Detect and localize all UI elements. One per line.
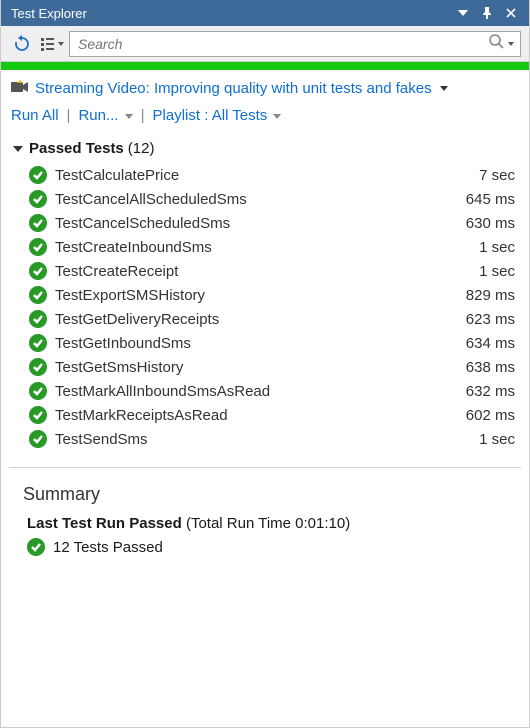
test-row[interactable]: TestGetDeliveryReceipts623 ms bbox=[9, 307, 521, 331]
test-name: TestCreateReceipt bbox=[55, 263, 479, 280]
test-name: TestCancelScheduledSms bbox=[55, 215, 466, 232]
close-button[interactable] bbox=[499, 2, 523, 24]
test-row[interactable]: TestMarkAllInboundSmsAsRead632 ms bbox=[9, 379, 521, 403]
test-name: TestCreateInboundSms bbox=[55, 239, 479, 256]
search-input[interactable] bbox=[76, 35, 488, 53]
pass-icon bbox=[29, 382, 47, 400]
run-menu-link[interactable]: Run... bbox=[78, 107, 132, 124]
separator: | bbox=[67, 107, 71, 124]
test-name: TestGetSmsHistory bbox=[55, 359, 466, 376]
test-name: TestCalculatePrice bbox=[55, 167, 479, 184]
pass-icon bbox=[29, 358, 47, 376]
chevron-down-icon bbox=[273, 114, 281, 119]
test-row[interactable]: TestCancelAllScheduledSms645 ms bbox=[9, 187, 521, 211]
pass-icon bbox=[29, 190, 47, 208]
test-row[interactable]: TestCancelScheduledSms630 ms bbox=[9, 211, 521, 235]
pass-icon bbox=[29, 166, 47, 184]
chevron-down-icon bbox=[58, 42, 64, 46]
test-duration: 645 ms bbox=[466, 191, 521, 208]
chevron-down-icon[interactable] bbox=[440, 86, 448, 91]
run-label: Run... bbox=[78, 107, 118, 124]
pass-icon bbox=[29, 406, 47, 424]
pass-icon bbox=[29, 214, 47, 232]
test-row[interactable]: TestGetInboundSms634 ms bbox=[9, 331, 521, 355]
test-duration: 602 ms bbox=[466, 407, 521, 424]
separator: | bbox=[141, 107, 145, 124]
run-all-link[interactable]: Run All bbox=[11, 107, 59, 124]
test-name: TestExportSMSHistory bbox=[55, 287, 466, 304]
test-duration: 634 ms bbox=[466, 335, 521, 352]
pass-icon bbox=[29, 310, 47, 328]
test-row[interactable]: TestGetSmsHistory638 ms bbox=[9, 355, 521, 379]
info-link[interactable]: Streaming Video: Improving quality with … bbox=[35, 80, 432, 97]
test-name: TestCancelAllScheduledSms bbox=[55, 191, 466, 208]
test-row[interactable]: TestCreateReceipt1 sec bbox=[9, 259, 521, 283]
playlist-menu-link[interactable]: Playlist : All Tests bbox=[153, 107, 282, 124]
chevron-down-icon bbox=[125, 114, 133, 119]
test-row[interactable]: TestExportSMSHistory829 ms bbox=[9, 283, 521, 307]
toolbar bbox=[1, 26, 529, 62]
test-duration: 1 sec bbox=[479, 263, 521, 280]
test-name: TestMarkAllInboundSmsAsRead bbox=[55, 383, 466, 400]
status-bar-pass bbox=[1, 62, 529, 70]
test-duration: 829 ms bbox=[466, 287, 521, 304]
test-row[interactable]: TestMarkReceiptsAsRead602 ms bbox=[9, 403, 521, 427]
search-box[interactable] bbox=[69, 31, 521, 57]
summary-runtime: (Total Run Time 0:01:10) bbox=[182, 515, 350, 532]
info-bar: Streaming Video: Improving quality with … bbox=[1, 70, 529, 101]
pass-icon bbox=[29, 286, 47, 304]
test-duration: 630 ms bbox=[466, 215, 521, 232]
group-label: Passed Tests bbox=[29, 140, 124, 157]
summary-line-2: 12 Tests Passed bbox=[27, 538, 507, 556]
collapse-icon bbox=[13, 140, 23, 157]
group-by-button[interactable] bbox=[39, 31, 65, 57]
pass-icon bbox=[29, 262, 47, 280]
group-header-passed[interactable]: Passed Tests (12) bbox=[9, 134, 521, 163]
pass-icon bbox=[27, 538, 45, 556]
pass-icon bbox=[29, 334, 47, 352]
pass-icon bbox=[29, 430, 47, 448]
summary-status: Last Test Run Passed bbox=[27, 515, 182, 532]
title-bar: Test Explorer bbox=[1, 0, 529, 26]
test-name: TestGetDeliveryReceipts bbox=[55, 311, 466, 328]
group-count: (12) bbox=[128, 140, 155, 157]
test-duration: 623 ms bbox=[466, 311, 521, 328]
test-duration: 632 ms bbox=[466, 383, 521, 400]
test-name: TestMarkReceiptsAsRead bbox=[55, 407, 466, 424]
test-duration: 1 sec bbox=[479, 239, 521, 256]
test-duration: 638 ms bbox=[466, 359, 521, 376]
pin-button[interactable] bbox=[475, 2, 499, 24]
summary-passed-count: 12 Tests Passed bbox=[53, 539, 163, 556]
test-list: Passed Tests (12) TestCalculatePrice7 se… bbox=[1, 134, 529, 727]
video-icon bbox=[11, 80, 29, 97]
test-row[interactable]: TestCalculatePrice7 sec bbox=[9, 163, 521, 187]
window-options-button[interactable] bbox=[451, 2, 475, 24]
search-icon[interactable] bbox=[488, 33, 504, 54]
test-duration: 1 sec bbox=[479, 431, 521, 448]
test-row[interactable]: TestSendSms1 sec bbox=[9, 427, 521, 451]
summary-line-1: Last Test Run Passed (Total Run Time 0:0… bbox=[27, 515, 507, 532]
action-bar: Run All | Run... | Playlist : All Tests bbox=[1, 101, 529, 134]
refresh-button[interactable] bbox=[9, 31, 35, 57]
summary-heading: Summary bbox=[23, 484, 507, 505]
chevron-down-icon[interactable] bbox=[508, 42, 514, 46]
summary-panel: Summary Last Test Run Passed (Total Run … bbox=[9, 468, 521, 576]
test-name: TestGetInboundSms bbox=[55, 335, 466, 352]
test-duration: 7 sec bbox=[479, 167, 521, 184]
pass-icon bbox=[29, 238, 47, 256]
playlist-label: Playlist : All Tests bbox=[153, 107, 268, 124]
window-title: Test Explorer bbox=[11, 6, 451, 21]
test-name: TestSendSms bbox=[55, 431, 479, 448]
test-row[interactable]: TestCreateInboundSms1 sec bbox=[9, 235, 521, 259]
